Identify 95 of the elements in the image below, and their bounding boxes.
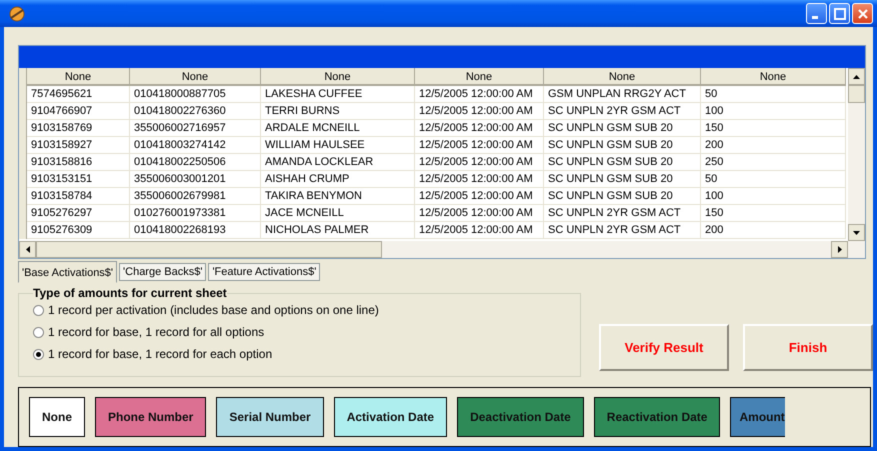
table-cell: 100 [701,103,846,120]
scroll-up-button[interactable] [848,68,865,85]
table-cell: 010418002250506 [130,154,261,171]
table-cell: 010276001973381 [130,205,261,222]
table-cell: SC UNPLN 2YR GSM ACT [544,103,701,120]
field-type-button[interactable]: Reactivation Date [594,397,720,437]
maximize-icon [834,8,846,20]
table-cell: 7574695621 [27,86,130,103]
table-cell: WILLIAM HAULSEE [261,137,415,154]
minimize-button[interactable] [806,3,827,24]
table-cell: 12/5/2005 12:00:00 AM [415,103,544,120]
table-cell: 9103158927 [27,137,130,154]
table-cell: 010418002268193 [130,222,261,239]
table-cell: AISHAH CRUMP [261,171,415,188]
table-cell: 9104766907 [27,103,130,120]
scroll-left-button[interactable] [19,241,36,258]
corner-header [19,68,27,86]
column-header[interactable]: None [130,68,261,86]
right-arrow-icon [838,246,842,253]
table-cell: 12/5/2005 12:00:00 AM [415,86,544,103]
close-icon [856,8,868,20]
table-cell: TERRI BURNS [261,103,415,120]
column-header[interactable]: None [544,68,701,86]
table-cell: SC UNPLN GSM SUB 20 [544,171,701,188]
app-icon [8,4,26,22]
table-cell: 12/5/2005 12:00:00 AM [415,154,544,171]
table-cell: 200 [701,137,846,154]
maximize-button[interactable] [829,3,850,24]
field-type-button[interactable]: Amount [730,397,785,437]
table-cell: SC UNPLN GSM SUB 20 [544,120,701,137]
table-cell: SC UNPLN 2YR GSM ACT [544,205,701,222]
table-cell: AMANDA LOCKLEAR [261,154,415,171]
table-cell: 9103158816 [27,154,130,171]
field-type-button[interactable]: Deactivation Date [457,397,584,437]
radio-option[interactable]: 1 record per activation (includes base and options on one line) [33,303,580,317]
radio-button[interactable] [33,326,44,338]
field-type-button[interactable]: Serial Number [216,397,324,437]
table-cell: SC UNPLN GSM SUB 20 [544,188,701,205]
table-cell: LAKESHA CUFFEE [261,86,415,103]
table-cell: 12/5/2005 12:00:00 AM [415,188,544,205]
scroll-right-button[interactable] [831,241,848,258]
table-cell: 9103153151 [27,171,130,188]
table-cell: 12/5/2005 12:00:00 AM [415,222,544,239]
table-cell: NICHOLAS PALMER [261,222,415,239]
table-cell: 010418000887705 [130,86,261,103]
radio-button[interactable] [33,348,44,360]
table-cell: JACE MCNEILL [261,205,415,222]
close-button[interactable] [852,3,873,24]
table-cell: 355006003001201 [130,171,261,188]
table-cell: 010418002276360 [130,103,261,120]
table-cell: 9105276309 [27,222,130,239]
column-header[interactable]: None [27,68,130,86]
field-type-button[interactable]: Phone Number [95,397,206,437]
table-cell: 9103158784 [27,188,130,205]
table-cell: 250 [701,154,846,171]
table-cell: GSM UNPLAN RRG2Y ACT [544,86,701,103]
table-cell: 150 [701,120,846,137]
table-cell: 12/5/2005 12:00:00 AM [415,205,544,222]
table-cell: 200 [701,222,846,239]
scroll-thumb[interactable] [848,85,865,103]
table-cell: 9103158769 [27,120,130,137]
sheet-tab[interactable]: 'Charge Backs$' [119,263,206,281]
down-arrow-icon [853,230,860,234]
table-cell: SC UNPLN 2YR GSM ACT [544,222,701,239]
radio-option[interactable]: 1 record for base, 1 record for all options [33,325,580,339]
table-cell: 355006002716957 [130,120,261,137]
radio-option[interactable]: 1 record for base, 1 record for each option [33,347,580,361]
up-arrow-icon [853,74,860,78]
scroll-down-button[interactable] [848,224,865,241]
table-cell: SC UNPLN GSM SUB 20 [544,137,701,154]
column-header[interactable]: None [415,68,544,86]
table-cell: 50 [701,171,846,188]
sheet-tab[interactable]: 'Base Activations$' [18,261,118,283]
minimize-icon [812,16,818,18]
table-cell: 12/5/2005 12:00:00 AM [415,120,544,137]
table-cell: 150 [701,205,846,222]
table-cell: 12/5/2005 12:00:00 AM [415,171,544,188]
table-cell: SC UNPLN GSM SUB 20 [544,154,701,171]
table-cell: ARDALE MCNEILL [261,120,415,137]
table-cell: 50 [701,86,846,103]
field-type-button[interactable]: Activation Date [334,397,448,437]
radio-button[interactable] [33,304,44,316]
left-arrow-icon [26,246,30,253]
table-cell: 12/5/2005 12:00:00 AM [415,137,544,154]
table-cell: 355006002679981 [130,188,261,205]
field-type-button[interactable]: None [29,397,85,437]
column-header[interactable]: None [261,68,415,86]
sheet-tab[interactable]: 'Feature Activations$' [208,263,320,281]
group-title: Type of amounts for current sheet [33,286,227,300]
table-cell: 010418003274142 [130,137,261,154]
scroll-thumb[interactable] [36,241,382,258]
table-cell: TAKIRA BENYMON [261,188,415,205]
table-cell: 9105276297 [27,205,130,222]
column-header[interactable]: None [701,68,846,86]
table-cell: 100 [701,188,846,205]
